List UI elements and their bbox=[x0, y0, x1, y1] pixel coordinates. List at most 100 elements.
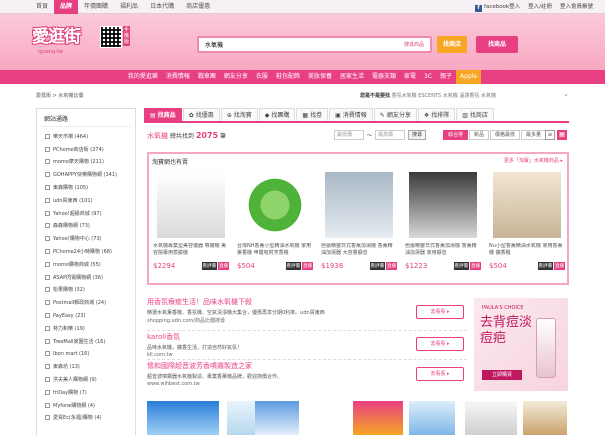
top-tab-outlet[interactable]: 福利品 bbox=[114, 0, 144, 14]
checkbox[interactable] bbox=[45, 364, 50, 370]
checkbox[interactable] bbox=[45, 300, 50, 306]
sidebar-filter-item[interactable]: 東森購物 (105) bbox=[37, 181, 135, 194]
product-card[interactable]: 芭蕾精靈日式香薰加濕機 香薰精油加濕器 大容量靜音 $1936 看評價 直播 bbox=[321, 172, 397, 270]
site-logo[interactable]: 愛逛街 iguang.tw bbox=[32, 22, 94, 62]
grid-view-icon[interactable]: ▦ bbox=[557, 130, 567, 140]
suggest-item[interactable]: 香氛水氧機 bbox=[392, 93, 417, 99]
category-electric[interactable]: 電器支類 bbox=[368, 70, 400, 84]
top-tab-japan[interactable]: 日本代購 bbox=[144, 0, 180, 14]
checkbox[interactable] bbox=[45, 261, 50, 267]
ad-thumbnail[interactable] bbox=[523, 401, 567, 435]
sidebar-filter-item[interactable]: friDay購物 (7) bbox=[37, 386, 135, 399]
sort-newest[interactable]: 新品 bbox=[469, 130, 490, 140]
price-search-button[interactable]: 搜尋 bbox=[408, 130, 427, 140]
list-view-icon[interactable]: ≡ bbox=[545, 130, 555, 140]
checkbox[interactable] bbox=[45, 197, 50, 203]
product-name[interactable]: 芭蕾精靈日式香薰加濕機 香薰精油加濕器 大容量靜音 bbox=[321, 243, 397, 257]
search-tab[interactable]: ✿ 找優惠 bbox=[182, 108, 220, 121]
sidebar-filter-item[interactable]: PayEasy (23) bbox=[37, 309, 135, 322]
search-tab[interactable]: ✎ 網友分享 bbox=[373, 108, 417, 121]
find-goods-button[interactable]: 找商品 bbox=[476, 36, 518, 53]
buy-button[interactable]: 直播 bbox=[470, 262, 481, 270]
product-name[interactable]: 水氧機專業型美容儀器 噴霧機 美容院專用蒸臉機 bbox=[153, 243, 229, 257]
search-input[interactable] bbox=[199, 38, 389, 51]
category-3c[interactable]: 3C bbox=[420, 70, 436, 84]
chevron-down-icon[interactable]: ⌄ bbox=[563, 90, 569, 98]
compare-button[interactable]: 看評價 bbox=[201, 262, 217, 270]
facebook-login-link[interactable]: f facebook登入 bbox=[475, 0, 520, 14]
sidebar-filter-item[interactable]: PChome24小時購物 (68) bbox=[37, 245, 135, 258]
search-tab[interactable]: ▣ 消費情報 bbox=[329, 108, 373, 121]
checkbox[interactable] bbox=[45, 146, 50, 152]
checkbox[interactable] bbox=[45, 402, 50, 408]
buy-button[interactable]: 直播 bbox=[386, 262, 397, 270]
suggest-item[interactable]: 水氧機 bbox=[481, 93, 496, 99]
search-tab[interactable]: ◆ 找團購 bbox=[258, 108, 296, 121]
sidebar-filter-item[interactable]: 樂天市場 (464) bbox=[37, 130, 135, 143]
checkbox[interactable] bbox=[45, 377, 50, 383]
find-shop-button[interactable]: 找商店 bbox=[437, 36, 467, 53]
search-tab[interactable]: ❖ 找排隊 bbox=[417, 108, 456, 121]
checkbox[interactable] bbox=[45, 389, 50, 395]
product-name[interactable]: 台灣NH香薰小型精油水氧機 家用薰香機 甲醛吸附芳香機 bbox=[237, 243, 313, 257]
category-share[interactable]: 網友分享 bbox=[220, 70, 252, 84]
checkbox[interactable] bbox=[45, 287, 50, 293]
sidebar-filter-item[interactable]: PChome商店街 (274) bbox=[37, 143, 135, 156]
sidebar-filter-item[interactable]: 森森購物網 (73) bbox=[37, 220, 135, 233]
checkbox[interactable] bbox=[45, 338, 50, 344]
product-image[interactable] bbox=[241, 172, 309, 238]
checkbox[interactable] bbox=[45, 313, 50, 319]
sort-popular[interactable]: 最多量 bbox=[521, 130, 547, 140]
compare-button[interactable]: 看評價 bbox=[369, 262, 385, 270]
sidebar-filter-item[interactable]: 松果購物 (32) bbox=[37, 284, 135, 297]
sidebar-filter-item[interactable]: Postmall郵政商城 (24) bbox=[37, 296, 135, 309]
min-price-input[interactable]: 最低價 bbox=[334, 130, 364, 140]
checkbox[interactable] bbox=[45, 415, 50, 421]
category-apple[interactable]: Apple bbox=[456, 70, 482, 84]
sidebar-filter-item[interactable]: 特力和樂 (19) bbox=[37, 322, 135, 335]
product-image[interactable] bbox=[493, 172, 561, 238]
sidebar-filter-item[interactable]: Myfone購物網 (4) bbox=[37, 399, 135, 412]
featured-more-link[interactable]: 更多「淘寶」水氧機商品 ▸ bbox=[504, 157, 563, 164]
sidebar-filter-item[interactable]: ASAP閃電購物網 (36) bbox=[37, 271, 135, 284]
checkbox[interactable] bbox=[45, 172, 50, 178]
ad-go-button[interactable]: 去看看 ▸ bbox=[416, 305, 464, 319]
category-tank[interactable]: 戰車團 bbox=[194, 70, 220, 84]
top-tab-brand[interactable]: 品牌 bbox=[54, 0, 79, 14]
category-consumer[interactable]: 消費情報 bbox=[162, 70, 194, 84]
category-appliance[interactable]: 家電 bbox=[400, 70, 420, 84]
product-card[interactable]: 水氧機專業型美容儀器 噴霧機 美容院專用蒸臉機 $2294 看評價 直播 bbox=[153, 172, 229, 270]
sidebar-filter-item[interactable]: momo摩天購物 (211) bbox=[37, 156, 135, 169]
sidebar-filter-item[interactable]: udn買東西 (101) bbox=[37, 194, 135, 207]
top-tab-group-buy[interactable]: 年價團購 bbox=[78, 0, 114, 14]
sidebar-filter-item[interactable]: Ibon mart (16) bbox=[37, 348, 135, 361]
login-register-link[interactable]: 登入/註冊 bbox=[528, 0, 552, 14]
sidebar-filter-item[interactable]: 愛買Ec(永福)購物 (4) bbox=[37, 412, 135, 425]
product-card[interactable]: 台灣NH香薰小型精油水氧機 家用薰香機 甲醛吸附芳香機 $504 看評價 直播 bbox=[237, 172, 313, 270]
sidebar-filter-item[interactable]: Yahoo!購物中心 (73) bbox=[37, 232, 135, 245]
ad-thumbnail[interactable] bbox=[147, 401, 219, 435]
search-tab[interactable]: ▤ 找商品 bbox=[144, 108, 182, 121]
category-home[interactable]: 居家生活 bbox=[336, 70, 368, 84]
product-image[interactable] bbox=[409, 172, 477, 238]
product-name[interactable]: 芭蕾精靈日式香薰加濕機 香薰精油加濕器 家用靜音 bbox=[405, 243, 481, 257]
ad-thumbnail[interactable] bbox=[255, 401, 299, 435]
search-tab[interactable]: ▥ 找商店 bbox=[456, 108, 494, 121]
compare-button[interactable]: 看評價 bbox=[285, 262, 301, 270]
product-card[interactable]: Nu小型香薰精油水氧機 家用香薰機 擴香機 $504 看評價 直播 bbox=[489, 172, 565, 270]
category-beauty[interactable]: 美妝保養 bbox=[304, 70, 336, 84]
checkbox[interactable] bbox=[45, 274, 50, 280]
sidebar-filter-item[interactable]: 東森坊 (13) bbox=[37, 360, 135, 373]
checkbox[interactable] bbox=[45, 325, 50, 331]
checkbox[interactable] bbox=[45, 223, 50, 229]
product-image[interactable] bbox=[157, 172, 225, 238]
checkbox[interactable] bbox=[45, 185, 50, 191]
sort-relevance[interactable]: 綜合排 bbox=[443, 130, 469, 140]
buy-button[interactable]: 直播 bbox=[302, 262, 313, 270]
sidebar-filter-item[interactable]: TreeMall家園生活 (16) bbox=[37, 335, 135, 348]
checkbox[interactable] bbox=[45, 236, 50, 242]
search-tab[interactable]: ⊕ 找淘寶 bbox=[220, 108, 258, 121]
ad-thumbnail[interactable] bbox=[353, 401, 403, 435]
checkbox[interactable] bbox=[45, 351, 50, 357]
compare-button[interactable]: 看評價 bbox=[453, 262, 469, 270]
